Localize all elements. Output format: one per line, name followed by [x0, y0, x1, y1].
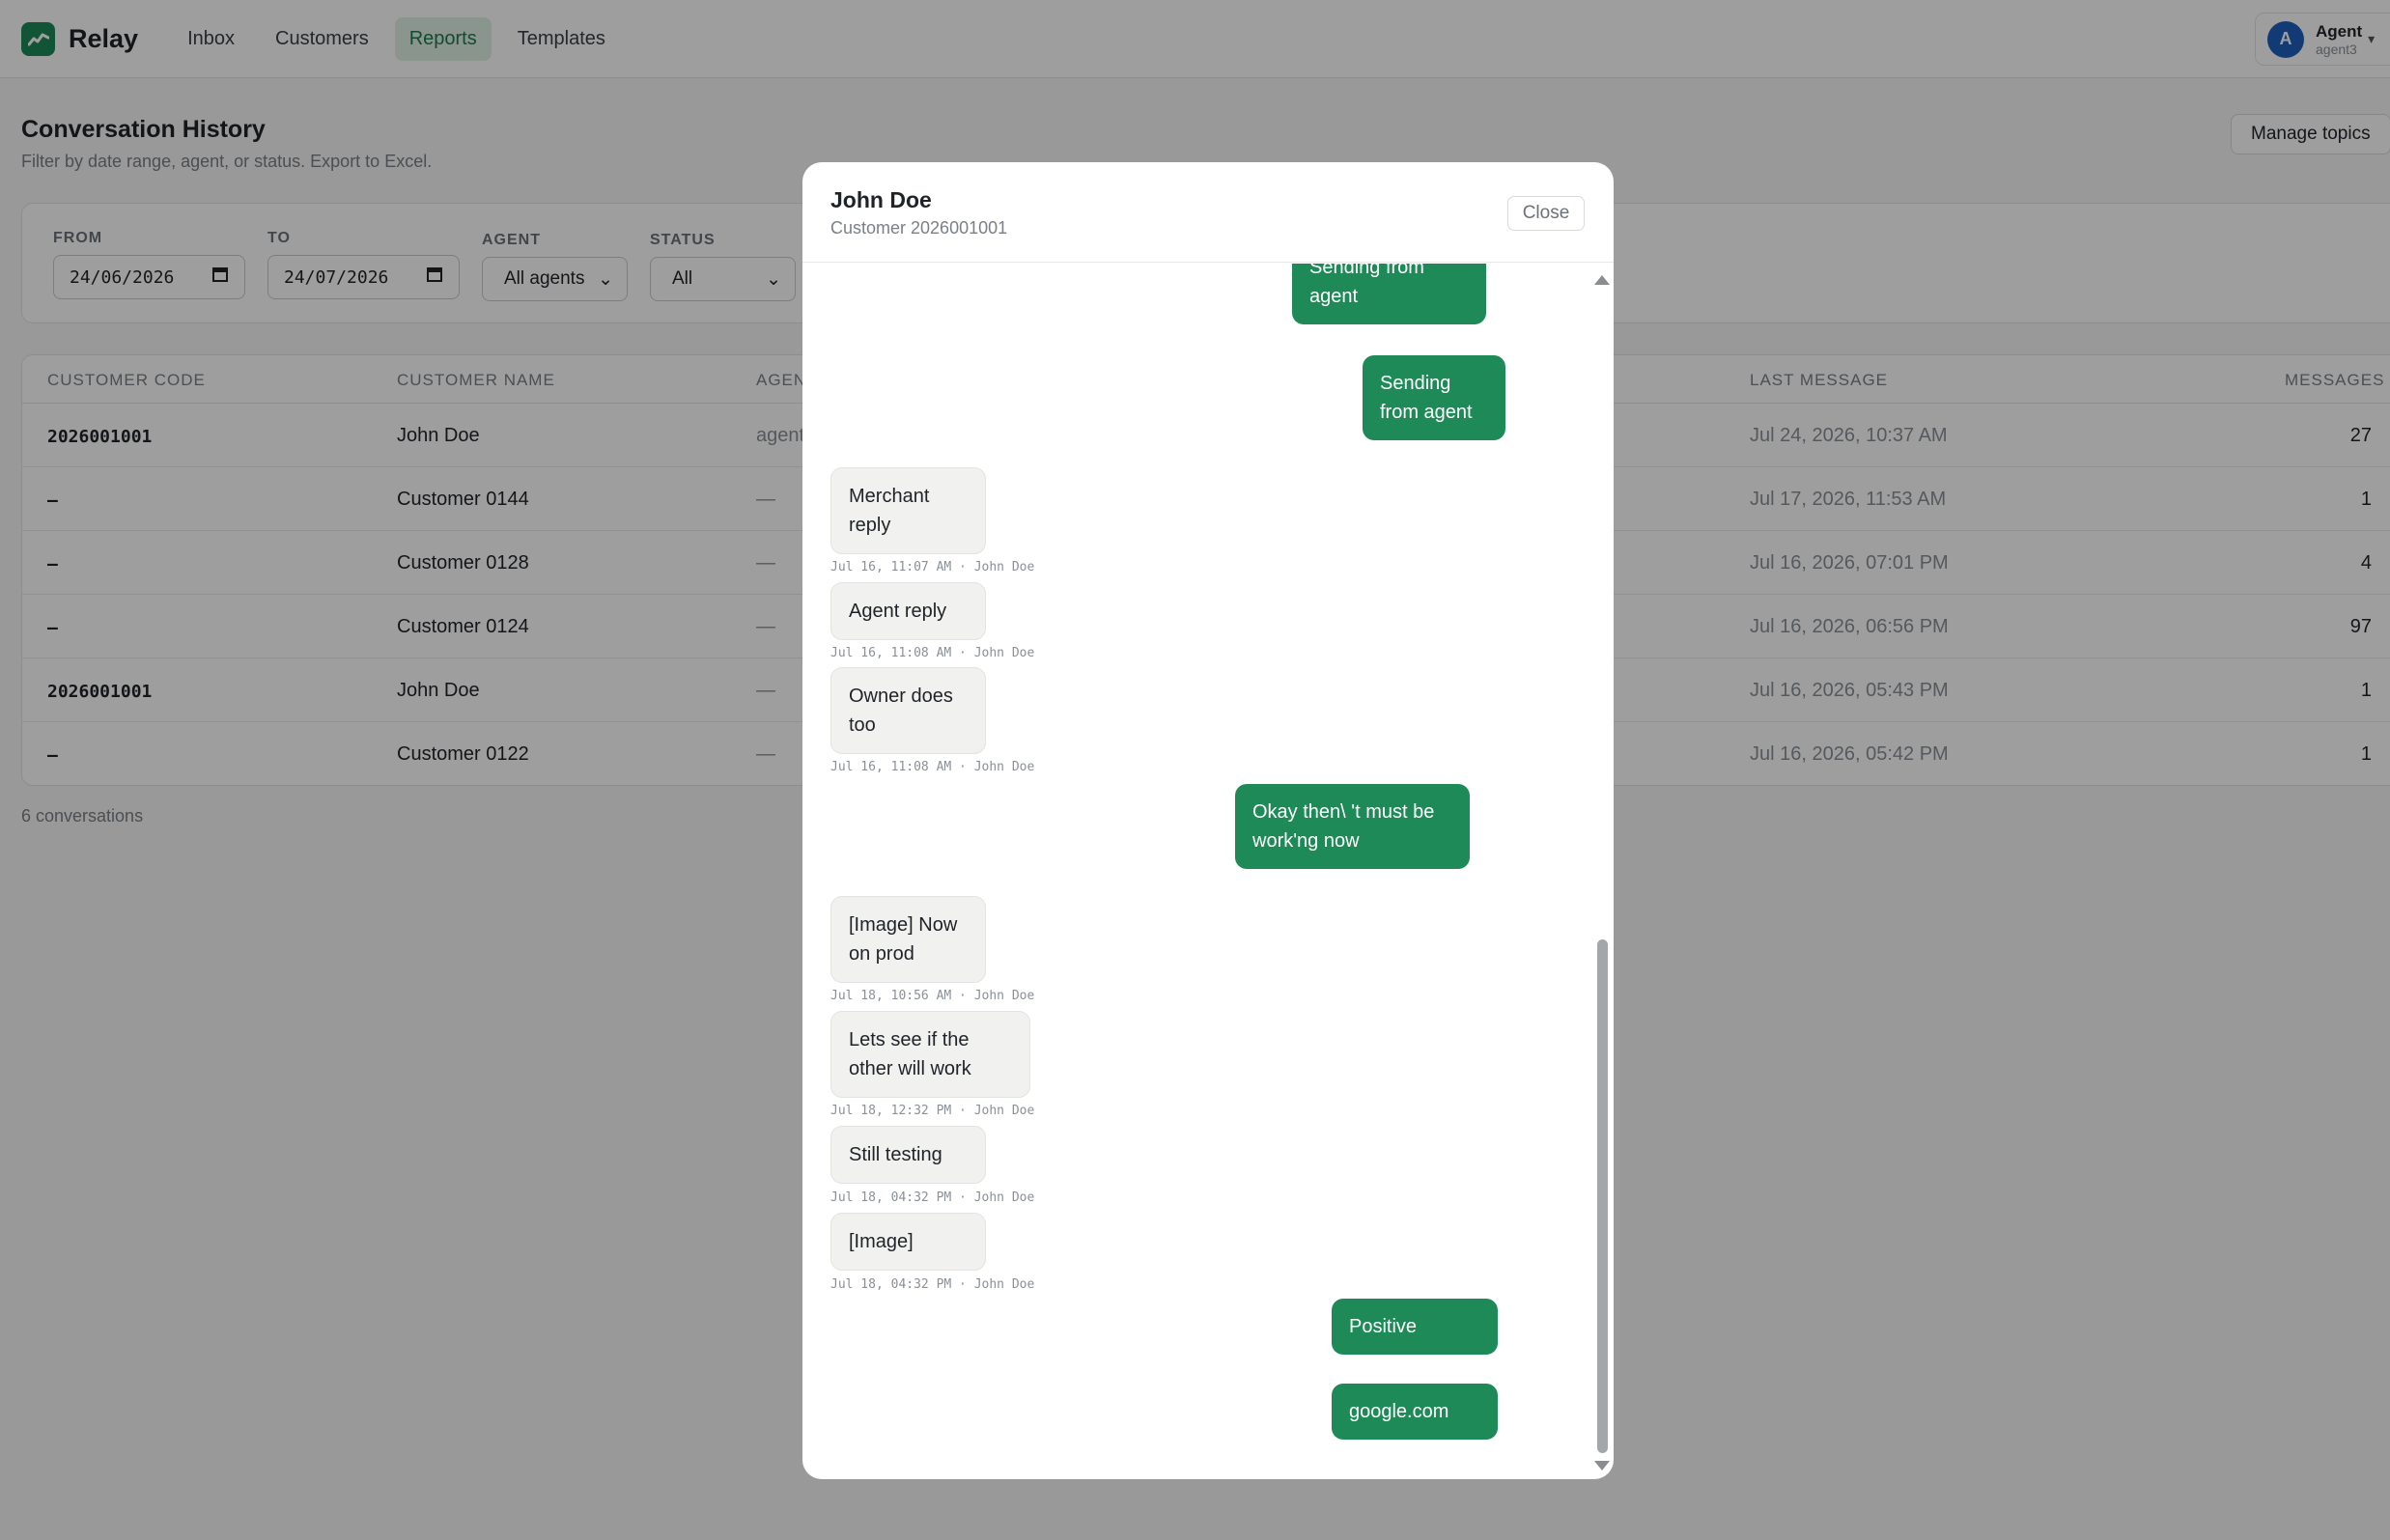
message-bubble-outgoing: Sending from agent: [1292, 264, 1486, 324]
message-bubble-incoming: Owner does too: [830, 667, 986, 754]
scrollbar-thumb[interactable]: [1597, 939, 1608, 1453]
message-meta: Jul 16, 11:07 AM · John Doe: [830, 560, 1035, 574]
message-bubble-outgoing: Sending from agent: [1363, 355, 1505, 440]
scroll-up-arrow-icon[interactable]: [1594, 275, 1610, 285]
message-bubble-incoming: [Image] Now on prod: [830, 896, 986, 983]
message-meta: Jul 18, 10:56 AM · John Doe: [830, 989, 1035, 1003]
message-meta: Jul 18, 04:32 PM · John Doe: [830, 1190, 1035, 1205]
modal-subtitle: Customer 2026001001: [830, 218, 1008, 238]
close-button[interactable]: Close: [1507, 196, 1585, 231]
message-bubble-incoming: [Image]: [830, 1213, 986, 1271]
message-bubble-incoming: Still testing: [830, 1126, 986, 1184]
message-bubble-outgoing: Positive: [1332, 1299, 1498, 1355]
modal-header: John Doe Customer 2026001001 Close: [802, 162, 1614, 263]
message-meta: Jul 16, 11:08 AM · John Doe: [830, 760, 1035, 774]
message-bubble-outgoing: Okay then\ 't must be work'ng now: [1235, 784, 1470, 869]
chat-scrollbar[interactable]: [1589, 264, 1614, 1479]
message-meta: Jul 16, 11:08 AM · John Doe: [830, 646, 1035, 660]
message-meta: Jul 18, 12:32 PM · John Doe: [830, 1104, 1035, 1118]
message-thread[interactable]: Sending from agent Sending from agent Me…: [802, 264, 1585, 1479]
message-bubble-outgoing: google.com: [1332, 1384, 1498, 1440]
conversation-modal: John Doe Customer 2026001001 Close Sendi…: [802, 162, 1614, 1479]
message-bubble-incoming: Lets see if the other will work: [830, 1011, 1030, 1098]
message-bubble-incoming: Merchant reply: [830, 467, 986, 554]
modal-title: John Doe: [830, 187, 932, 212]
message-meta: Jul 18, 04:32 PM · John Doe: [830, 1277, 1035, 1292]
message-bubble-incoming: Agent reply: [830, 582, 986, 640]
scroll-down-arrow-icon[interactable]: [1594, 1461, 1610, 1470]
